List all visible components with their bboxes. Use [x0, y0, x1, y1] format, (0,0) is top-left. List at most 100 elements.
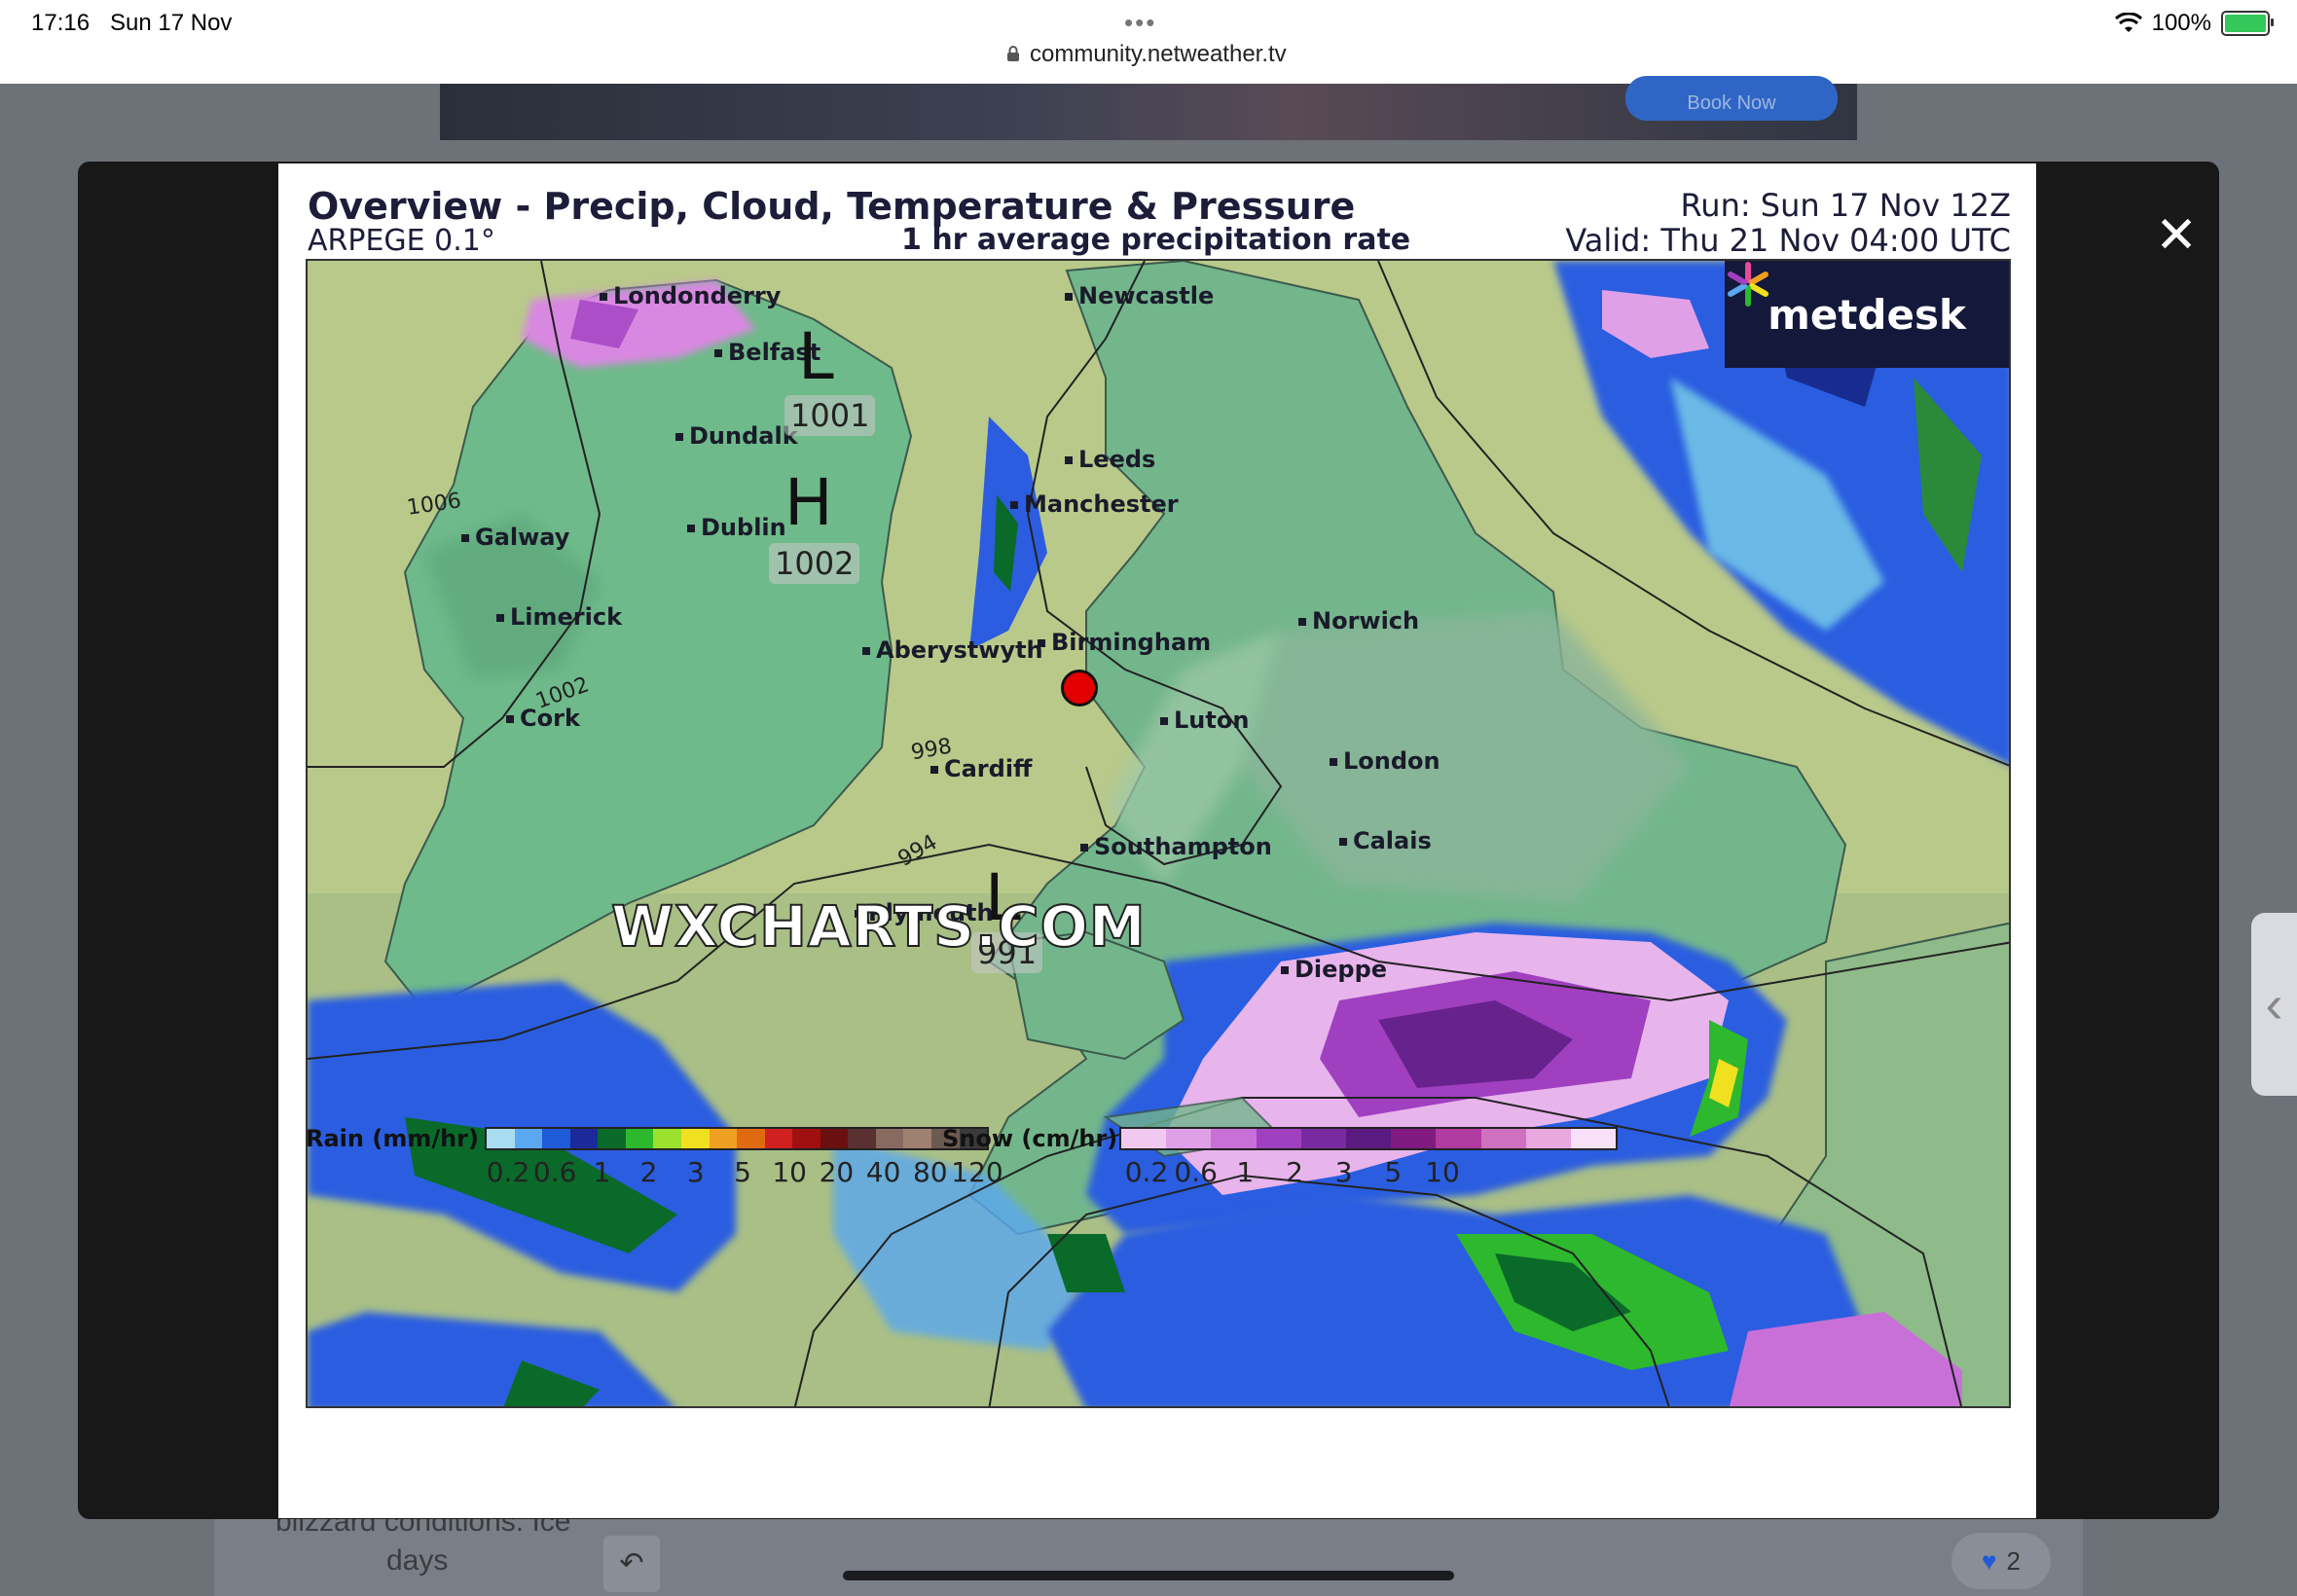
- rain-legend-tick-label: 2: [639, 1156, 658, 1188]
- rain-legend-swatch: [709, 1129, 738, 1148]
- rain-legend-bar: [485, 1127, 989, 1150]
- rain-legend-tick-label: 40: [865, 1156, 901, 1188]
- chart-valid-time: Valid: Thu 21 Nov 04:00 UTC: [1565, 222, 2011, 259]
- close-button[interactable]: ✕: [2155, 210, 2198, 261]
- city-newcastle: Newcastle: [1065, 282, 1214, 309]
- chart-run-time: Run: Sun 17 Nov 12Z: [1680, 187, 2011, 224]
- snow-legend-swatch: [1525, 1129, 1571, 1148]
- snow-legend-tick-label: 0.2: [1124, 1156, 1169, 1188]
- status-date: Sun 17 Nov: [110, 10, 233, 36]
- snow-legend-tick-label: 10: [1425, 1156, 1460, 1188]
- snow-legend-swatch: [1480, 1129, 1526, 1148]
- rain-legend-label: Rain (mm/hr): [306, 1125, 479, 1152]
- rain-legend-swatch: [653, 1129, 681, 1148]
- london-marker: [1061, 670, 1098, 707]
- metdesk-wordmark: metdesk: [1768, 290, 1966, 339]
- snow-legend-tick-label: 1: [1236, 1156, 1255, 1188]
- rain-legend-tick-label: 0.6: [532, 1156, 577, 1188]
- lock-icon: [1007, 46, 1019, 61]
- snow-legend-swatch: [1345, 1129, 1392, 1148]
- snow-legend-bar: [1119, 1127, 1618, 1150]
- rain-legend-swatch: [542, 1129, 570, 1148]
- city-norwich: Norwich: [1298, 607, 1419, 635]
- snow-legend-swatch: [1300, 1129, 1346, 1148]
- snow-legend-tick-label: 2: [1286, 1156, 1303, 1188]
- high-symbol: H: [784, 465, 833, 540]
- snow-legend-tick-label: 3: [1334, 1156, 1353, 1188]
- reply-icon: ↶: [619, 1547, 644, 1579]
- city-dieppe: Dieppe: [1281, 956, 1387, 983]
- battery-percent: 100%: [2151, 10, 2211, 36]
- snow-legend-label: Snow (cm/hr): [942, 1125, 1118, 1152]
- rain-legend-swatch: [680, 1129, 710, 1148]
- city-london: London: [1330, 747, 1440, 775]
- snow-legend-swatch: [1166, 1129, 1212, 1148]
- metdesk-star-icon: [1728, 262, 1768, 307]
- snow-legend-swatch: [1436, 1129, 1481, 1148]
- city-birmingham: Birmingham: [1038, 629, 1211, 656]
- heart-icon: ♥: [1982, 1545, 1997, 1576]
- rain-legend-tick-label: 10: [772, 1156, 808, 1188]
- snow-legend-tick-label: 5: [1384, 1156, 1403, 1188]
- city-dundalk: Dundalk: [675, 422, 798, 450]
- snow-legend-tick-label: 0.6: [1174, 1156, 1218, 1188]
- chart-title: Overview - Precip, Cloud, Temperature & …: [308, 185, 1356, 228]
- rain-legend-tick-label: 1: [593, 1156, 611, 1188]
- more-dots-icon[interactable]: •••: [1124, 8, 1156, 38]
- rain-legend-tick-label: 5: [734, 1156, 751, 1188]
- city-manchester: Manchester: [1010, 490, 1179, 518]
- snow-legend-swatch: [1256, 1129, 1301, 1148]
- status-bar: 17:16 Sun 17 Nov ••• community.netweathe…: [0, 0, 2297, 84]
- status-time: 17:16: [31, 10, 91, 36]
- rain-legend-swatch: [737, 1129, 765, 1148]
- low-north-value: 1001: [784, 395, 876, 436]
- snow-legend-swatch: [1211, 1129, 1257, 1148]
- low-north-symbol: L: [798, 319, 834, 394]
- book-now-button[interactable]: Book Now: [1625, 76, 1838, 121]
- wifi-icon: [2114, 13, 2142, 32]
- wxcharts-watermark: WXCHARTS.COM: [610, 892, 1147, 961]
- high-value: 1002: [769, 543, 860, 584]
- city-limerick: Limerick: [496, 603, 622, 631]
- city-luton: Luton: [1160, 707, 1249, 734]
- metdesk-logo: metdesk: [1725, 261, 2009, 368]
- like-button[interactable]: ♥ 2: [1951, 1533, 2051, 1589]
- rain-legend-swatch: [820, 1129, 849, 1148]
- city-calais: Calais: [1339, 827, 1432, 854]
- city-dublin: Dublin: [687, 514, 786, 541]
- close-icon: ✕: [2155, 207, 2198, 264]
- rain-legend-swatch: [487, 1129, 515, 1148]
- battery-icon: [2221, 11, 2274, 36]
- home-indicator[interactable]: [843, 1571, 1454, 1580]
- chevron-left-icon: ‹: [2265, 975, 2283, 1034]
- post-text-line2: days: [386, 1544, 449, 1577]
- chart-subtitle: 1 hr average precipitation rate: [901, 223, 1411, 257]
- weather-map: metdesk Londonderry Belfast Newcastle Du…: [306, 259, 2011, 1408]
- rain-legend-swatch: [625, 1129, 654, 1148]
- rain-legend-tick-label: 20: [819, 1156, 855, 1188]
- weather-chart: Overview - Precip, Cloud, Temperature & …: [278, 163, 2036, 1518]
- snow-legend-swatch: [1121, 1129, 1167, 1148]
- rain-legend-swatch: [764, 1129, 793, 1148]
- rain-legend-tick-label: 3: [686, 1156, 705, 1188]
- city-southampton: Southampton: [1080, 833, 1272, 860]
- rain-legend-swatch: [792, 1129, 820, 1148]
- snow-legend-swatch: [1391, 1129, 1437, 1148]
- rain-legend-swatch: [598, 1129, 626, 1148]
- status-right: 100%: [2114, 10, 2274, 37]
- address-bar-url[interactable]: community.netweather.tv: [1030, 41, 1287, 68]
- rain-legend-swatch: [514, 1129, 543, 1148]
- reply-button[interactable]: ↶: [603, 1536, 660, 1592]
- sidebar-toggle-tab[interactable]: ‹: [2251, 913, 2297, 1096]
- chart-model: ARPEGE 0.1°: [308, 224, 495, 258]
- rain-legend-swatch: [875, 1129, 904, 1148]
- rain-legend-tick-label: 120: [951, 1156, 1003, 1188]
- rain-legend-tick-label: 80: [912, 1156, 948, 1188]
- city-galway: Galway: [461, 524, 569, 551]
- city-leeds: Leeds: [1065, 446, 1155, 473]
- snow-legend-swatch: [1570, 1129, 1617, 1148]
- like-count: 2: [2006, 1545, 2021, 1576]
- rain-legend-swatch: [903, 1129, 931, 1148]
- rain-legend-swatch: [569, 1129, 599, 1148]
- city-londonderry: Londonderry: [600, 282, 781, 309]
